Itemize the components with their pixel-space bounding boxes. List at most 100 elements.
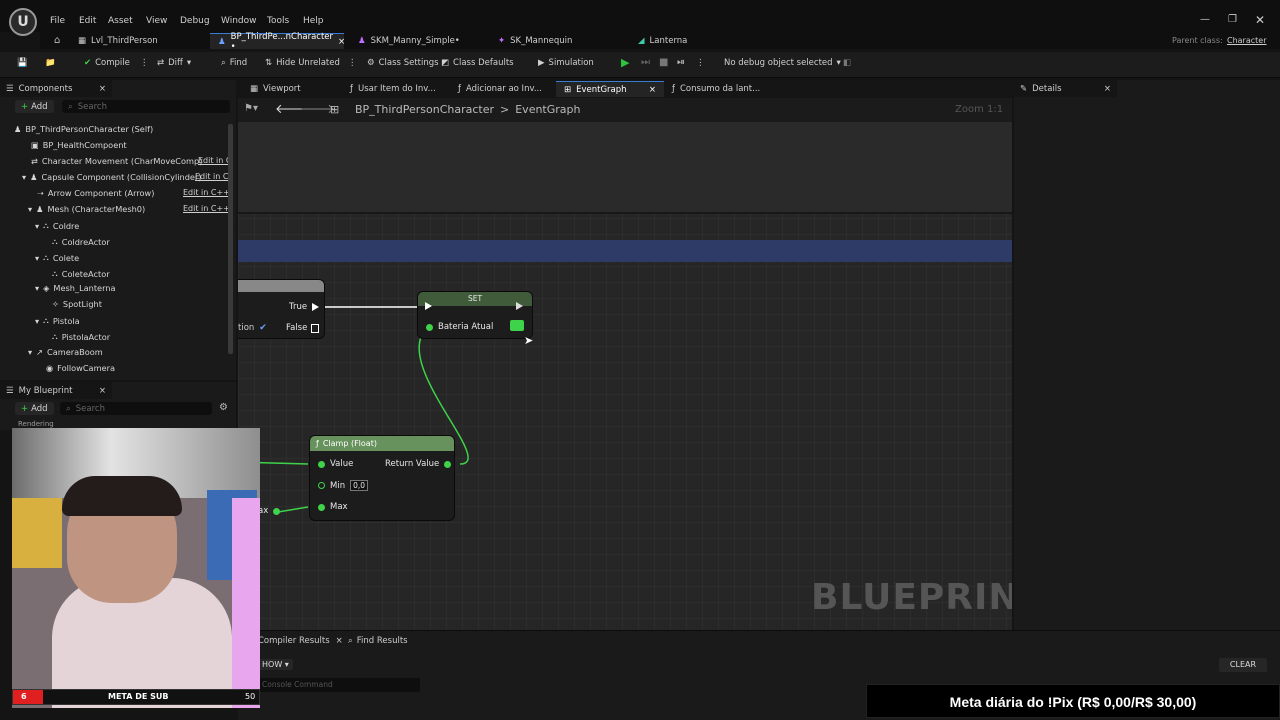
tab-lanterna[interactable]: ◢ Lanterna: [630, 33, 695, 49]
tree-item[interactable]: ✧ SpotLight: [52, 299, 102, 309]
components-tab[interactable]: ☰ Components ×: [0, 80, 112, 97]
tab-sk-mannequin[interactable]: ✦ SK_Mannequin: [490, 33, 580, 49]
branch-true-pin[interactable]: True: [289, 302, 320, 312]
tab-skm-manny[interactable]: ♟ SKM_Manny_Simple•: [350, 33, 468, 49]
add-component-button[interactable]: + Add: [15, 100, 54, 113]
stop-icon[interactable]: ■: [659, 57, 668, 68]
edit-in-cpp-link[interactable]: Edit in C: [195, 172, 228, 181]
hide-unrelated-button[interactable]: ⇅ Hide Unrelated ⋮: [265, 58, 356, 68]
tree-item[interactable]: ◉ FollowCamera: [46, 363, 115, 373]
clamp-value-pin[interactable]: Value: [318, 459, 353, 469]
menu-file[interactable]: File: [50, 16, 65, 26]
clamp-min-pin[interactable]: Min 0,0: [318, 480, 369, 491]
add-variable-button[interactable]: + Add: [15, 402, 54, 415]
tree-item[interactable]: ⇄ Character Movement (CharMoveComp): [31, 156, 202, 166]
my-blueprint-search-input[interactable]: ⌕ Search: [60, 402, 212, 415]
set-bateria-pin[interactable]: Bateria Atual: [426, 322, 493, 332]
tree-item[interactable]: ⛬ PistolaActor: [52, 331, 110, 342]
edit-in-cpp-link[interactable]: Edit in C++: [183, 188, 230, 197]
menu-view[interactable]: View: [146, 16, 167, 26]
minimize-icon[interactable]: —: [1200, 14, 1210, 25]
close-panel-icon[interactable]: ×: [1104, 84, 1111, 94]
browse-icon[interactable]: 📁: [45, 58, 56, 68]
tree-item[interactable]: ➝ Arrow Component (Arrow): [37, 188, 154, 198]
hide-unrelated-label: Hide Unrelated: [276, 58, 340, 68]
compile-button[interactable]: ✔ Compile ⋮: [84, 58, 148, 68]
set-exec-out-icon[interactable]: [516, 302, 523, 313]
event-graph-canvas[interactable]: True False tion ✔ SET Bateria Atual ƒ Clam…: [238, 122, 1012, 630]
show-dropdown[interactable]: HOW ▾: [258, 659, 293, 670]
save-icon[interactable]: 💾: [17, 58, 28, 68]
min-value-input[interactable]: 0,0: [350, 480, 369, 491]
gear-icon[interactable]: ⚙: [219, 402, 228, 413]
close-tab-icon[interactable]: ×: [338, 37, 345, 47]
close-tab-icon[interactable]: ×: [336, 636, 343, 646]
tab-blueprint[interactable]: ♟ BP_ThirdPe...nCharacter • ×: [210, 32, 345, 52]
edit-in-cpp-link[interactable]: Edit in C: [198, 156, 231, 165]
debug-object-select[interactable]: No debug object selected ▾: [724, 58, 841, 68]
tree-item[interactable]: ⛬ ColdreActor: [52, 236, 110, 247]
class-settings-button[interactable]: ⚙ Class Settings: [367, 58, 439, 68]
close-panel-icon[interactable]: ×: [99, 84, 106, 94]
compiler-results-tab[interactable]: Compiler Results ×: [258, 636, 343, 646]
menu-asset[interactable]: Asset: [108, 16, 133, 26]
unreal-logo-icon[interactable]: U: [9, 8, 37, 36]
tab-usar-item[interactable]: ƒ Usar Item do Inv...: [342, 81, 444, 97]
tree-item[interactable]: ▾ ↗ CameraBoom: [28, 347, 103, 357]
diff-button[interactable]: ⇄ Diff ▾: [157, 58, 191, 68]
components-scrollbar[interactable]: [228, 124, 233, 354]
tab-viewport[interactable]: ▦ Viewport: [242, 81, 309, 97]
more-icon[interactable]: ⋮: [696, 58, 705, 68]
menu-window[interactable]: Window: [221, 16, 257, 26]
tab-consumo[interactable]: ƒ Consumo da lant...: [664, 81, 768, 97]
tree-item[interactable]: ▾ ♟ Capsule Component (CollisionCylinder): [22, 172, 202, 182]
clear-button[interactable]: CLEAR: [1219, 658, 1267, 672]
tree-item[interactable]: ▾ ⛬ Coldre: [35, 220, 79, 231]
find-results-tab[interactable]: ⌕ Find Results: [348, 636, 408, 646]
breadcrumb-root[interactable]: BP_ThirdPersonCharacter: [355, 103, 494, 116]
tree-item[interactable]: ▾ ♟ Mesh (CharacterMesh0): [28, 204, 145, 214]
set-output-pin[interactable]: [510, 320, 524, 331]
clamp-return-pin[interactable]: Return Value: [385, 459, 452, 469]
branch-condition-pin[interactable]: tion ✔: [238, 323, 267, 333]
debug-filter-icon[interactable]: ◧: [843, 58, 851, 68]
checkbox-icon[interactable]: ✔: [259, 323, 267, 333]
tree-item[interactable]: ▾ ⛬ Pistola: [35, 315, 80, 326]
menu-edit[interactable]: Edit: [79, 16, 96, 26]
home-icon[interactable]: ⌂: [54, 35, 60, 46]
close-tab-icon[interactable]: ×: [649, 85, 656, 95]
components-search-input[interactable]: ⌕ Search: [62, 100, 230, 113]
menu-debug[interactable]: Debug: [180, 16, 210, 26]
tree-item[interactable]: ▾ ◈ Mesh_Lanterna: [35, 283, 116, 293]
edit-in-cpp-link[interactable]: Edit in C++: [183, 204, 230, 213]
branch-false-pin[interactable]: False: [286, 323, 320, 333]
console-command-input[interactable]: Console Command: [258, 678, 420, 692]
simulation-button[interactable]: ▶ Simulation: [538, 58, 594, 68]
set-exec-in-icon[interactable]: [425, 302, 432, 313]
tree-item[interactable]: ▣ BP_HealthCompoent: [31, 140, 127, 150]
bookmark-icon[interactable]: ⚑▾: [244, 103, 258, 114]
tree-root[interactable]: ♟ BP_ThirdPersonCharacter (Self): [14, 124, 153, 134]
details-tab[interactable]: ✎ Details ×: [1014, 80, 1117, 97]
find-button[interactable]: ⌕ Find: [221, 58, 247, 68]
tab-level[interactable]: ▦ Lvl_ThirdPerson: [70, 33, 166, 49]
my-blueprint-tab[interactable]: ☰ My Blueprint ×: [0, 382, 112, 399]
parent-class-link[interactable]: Character: [1227, 36, 1267, 45]
partial-max-pin[interactable]: ax: [258, 506, 281, 516]
play-icon[interactable]: ▶: [621, 56, 629, 69]
tree-label: Capsule Component (CollisionCylinder): [41, 172, 202, 182]
tree-item[interactable]: ⛬ ColeteActor: [52, 268, 110, 279]
clamp-max-pin[interactable]: Max: [318, 502, 348, 512]
step-icon[interactable]: ⏭: [641, 57, 650, 68]
menu-tools[interactable]: Tools: [267, 16, 289, 26]
menu-help[interactable]: Help: [303, 16, 324, 26]
tab-adicionar[interactable]: ƒ Adicionar ao Inv...: [450, 81, 550, 97]
class-defaults-button[interactable]: ◩ Class Defaults: [441, 58, 514, 68]
breadcrumb-current[interactable]: EventGraph: [515, 103, 580, 116]
tree-item[interactable]: ▾ ⛬ Colete: [35, 252, 79, 263]
tab-eventgraph[interactable]: ⊞ EventGraph ×: [556, 81, 664, 97]
close-window-icon[interactable]: ✕: [1255, 13, 1265, 27]
eject-icon[interactable]: ⏯: [677, 57, 685, 68]
close-panel-icon[interactable]: ×: [99, 386, 106, 396]
restore-icon[interactable]: ❐: [1228, 14, 1237, 25]
